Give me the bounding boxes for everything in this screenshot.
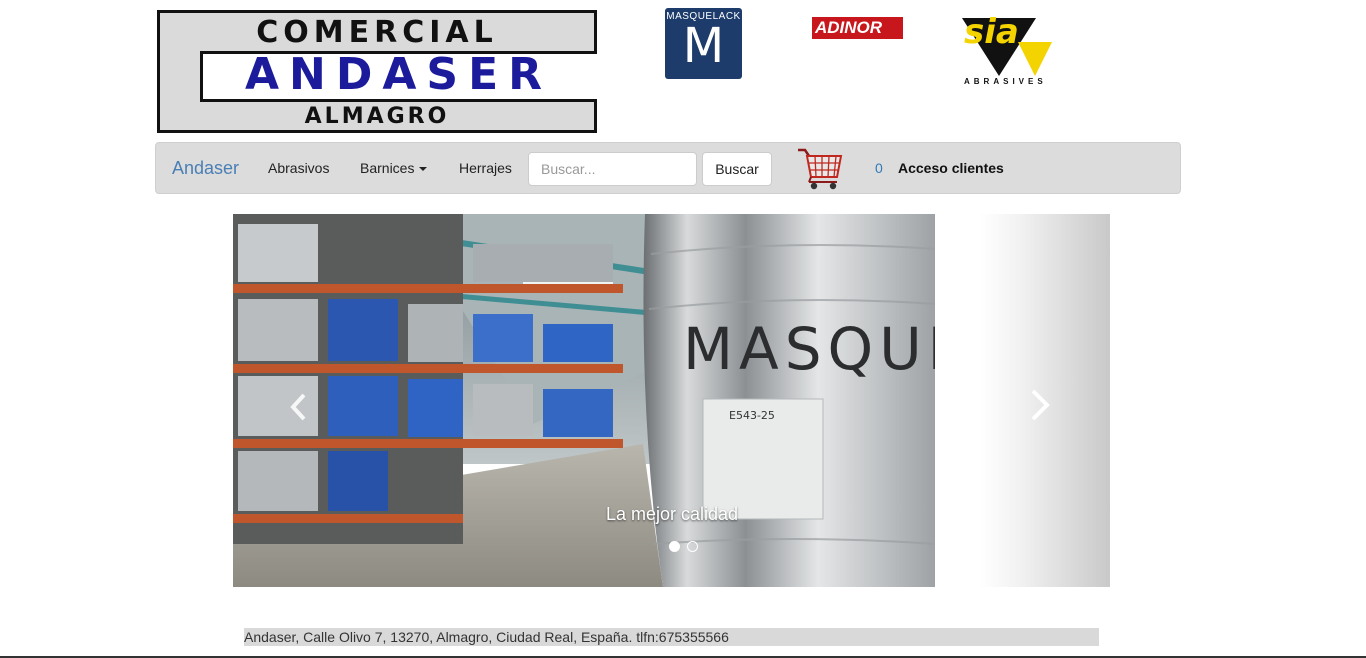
drum-tag-text: E543-25 [729, 409, 775, 422]
logo-line-andaser: ANDASER [244, 49, 553, 100]
navbar-brand[interactable]: Andaser [172, 158, 239, 179]
sia-abrasives-logo[interactable]: sia ABRASIVES [960, 12, 1054, 88]
carousel-indicator-2[interactable] [687, 541, 699, 552]
footer-contact-info: Andaser, Calle Olivo 7, 13270, Almagro, … [244, 628, 1099, 646]
logo-line-almagro: ALMAGRO [304, 104, 450, 129]
carousel-indicators [669, 539, 701, 557]
adinor-logo[interactable]: ADINOR S.L. [812, 17, 903, 55]
caret-down-icon [419, 167, 428, 172]
sia-subtitle: ABRASIVES [964, 77, 1047, 86]
carousel-prev-arrow[interactable] [289, 392, 307, 429]
carousel-indicator-1[interactable] [669, 541, 680, 552]
drum-brand-text: MASQUE [683, 315, 935, 383]
carousel-next-arrow[interactable] [1029, 388, 1051, 427]
adinor-label: ADINOR [815, 18, 883, 37]
client-access-link[interactable]: Acceso clientes [898, 160, 1004, 176]
search-button[interactable]: Buscar [702, 152, 772, 186]
carousel-caption: La mejor calidad [605, 504, 739, 524]
nav-item-barnices[interactable]: Barnices [360, 160, 428, 176]
image-carousel: MASQUE E543-25 La mejor calidad [233, 214, 1110, 587]
adinor-suffix: S.L. [815, 45, 832, 55]
nav-item-abrasivos[interactable]: Abrasivos [268, 160, 329, 176]
chevron-left-icon [290, 393, 306, 421]
nav-item-herrajes[interactable]: Herrajes [459, 160, 512, 176]
chevron-right-icon [1031, 389, 1050, 421]
masquelack-letter: M [682, 18, 725, 74]
search-input[interactable] [528, 152, 697, 186]
sia-wordmark: sia [964, 12, 1019, 52]
warehouse-slide-image: MASQUE E543-25 [233, 214, 935, 587]
logo-line-comercial: COMERCIAL [256, 15, 498, 50]
cart-count-badge[interactable]: 0 [875, 160, 883, 176]
comercial-andaser-logo[interactable]: COMERCIAL ANDASER ALMAGRO [157, 10, 597, 133]
main-navbar: Andaser Abrasivos Barnices Herrajes Busc… [155, 142, 1181, 194]
shopping-cart-icon[interactable] [797, 147, 843, 191]
masquelack-logo[interactable]: MASQUELACK M [665, 8, 742, 79]
nav-item-barnices-label: Barnices [360, 160, 415, 176]
